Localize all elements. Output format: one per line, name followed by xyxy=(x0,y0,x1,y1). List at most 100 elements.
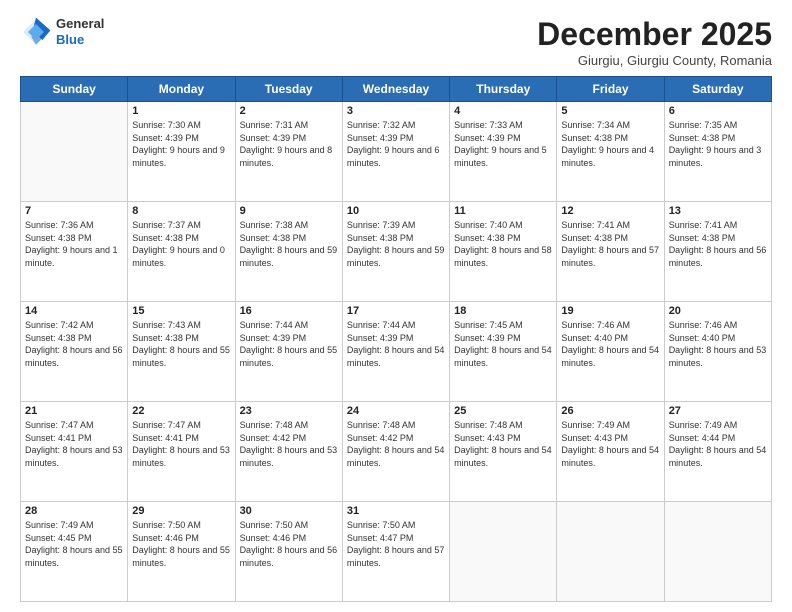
cell-info: Sunrise: 7:48 AM Sunset: 4:43 PM Dayligh… xyxy=(454,419,552,469)
day-number: 22 xyxy=(132,405,230,417)
day-number: 28 xyxy=(25,505,123,517)
logo-icon xyxy=(20,16,52,48)
table-row: 15 Sunrise: 7:43 AM Sunset: 4:38 PM Dayli… xyxy=(128,302,235,402)
day-number: 4 xyxy=(454,105,552,117)
table-row: 7Sunrise: 7:36 AM Sunset: 4:38 PM Daylig… xyxy=(21,202,128,302)
logo-text: General Blue xyxy=(56,16,104,47)
cell-info: Sunrise: 7:44 AM Sunset: 4:39 PM Dayligh… xyxy=(347,319,445,369)
page: General Blue December 2025 Giurgiu, Giur… xyxy=(0,0,792,612)
day-number: 12 xyxy=(561,205,659,217)
table-row: 10Sunrise: 7:39 AM Sunset: 4:38 PM Dayli… xyxy=(342,202,449,302)
day-number: 13 xyxy=(669,205,767,217)
cell-info: Sunrise: 7:44 AM Sunset: 4:39 PM Dayligh… xyxy=(240,319,338,369)
cell-info: Sunrise: 7:50 AM Sunset: 4:46 PM Dayligh… xyxy=(240,519,338,569)
table-row: 28 Sunrise: 7:49 AM Sunset: 4:45 PM Dayli… xyxy=(21,502,128,602)
day-number: 11 xyxy=(454,205,552,217)
header-saturday: Saturday xyxy=(664,77,771,102)
cell-info: Sunrise: 7:43 AM Sunset: 4:38 PM Dayligh… xyxy=(132,319,230,369)
cell-info: Sunrise: 7:47 AM Sunset: 4:41 PM Dayligh… xyxy=(132,419,230,469)
day-number: 23 xyxy=(240,405,338,417)
day-number: 26 xyxy=(561,405,659,417)
calendar-week-row: 14Sunrise: 7:42 AM Sunset: 4:38 PM Dayli… xyxy=(21,302,772,402)
table-row xyxy=(557,502,664,602)
day-number: 15 xyxy=(132,305,230,317)
cell-info: Sunrise: 7:49 AM Sunset: 4:44 PM Dayligh… xyxy=(669,419,767,469)
calendar-week-row: 28 Sunrise: 7:49 AM Sunset: 4:45 PM Dayli… xyxy=(21,502,772,602)
table-row xyxy=(21,102,128,202)
cell-info: Sunrise: 7:46 AM Sunset: 4:40 PM Dayligh… xyxy=(561,319,659,369)
cell-info: Sunrise: 7:48 AM Sunset: 4:42 PM Dayligh… xyxy=(347,419,445,469)
day-number: 24 xyxy=(347,405,445,417)
table-row: 31 Sunrise: 7:50 AM Sunset: 4:47 PM Dayli… xyxy=(342,502,449,602)
header-friday: Friday xyxy=(557,77,664,102)
header-tuesday: Tuesday xyxy=(235,77,342,102)
day-number: 21 xyxy=(25,405,123,417)
day-number: 17 xyxy=(347,305,445,317)
day-number: 31 xyxy=(347,505,445,517)
location: Giurgiu, Giurgiu County, Romania xyxy=(537,53,772,68)
table-row: 11 Sunrise: 7:40 AM Sunset: 4:38 PM Dayli… xyxy=(450,202,557,302)
table-row: 17 Sunrise: 7:44 AM Sunset: 4:39 PM Dayli… xyxy=(342,302,449,402)
calendar-week-row: 21 Sunrise: 7:47 AM Sunset: 4:41 PM Dayli… xyxy=(21,402,772,502)
table-row: 24 Sunrise: 7:48 AM Sunset: 4:42 PM Dayli… xyxy=(342,402,449,502)
cell-info: Sunrise: 7:47 AM Sunset: 4:41 PM Dayligh… xyxy=(25,419,123,469)
table-row xyxy=(664,502,771,602)
day-number: 2 xyxy=(240,105,338,117)
day-number: 5 xyxy=(561,105,659,117)
header: General Blue December 2025 Giurgiu, Giur… xyxy=(20,16,772,68)
logo-general: General xyxy=(56,16,104,32)
table-row: 13 Sunrise: 7:41 AM Sunset: 4:38 PM Dayli… xyxy=(664,202,771,302)
table-row: 18Sunrise: 7:45 AM Sunset: 4:39 PM Dayli… xyxy=(450,302,557,402)
day-number: 20 xyxy=(669,305,767,317)
cell-info: Sunrise: 7:50 AM Sunset: 4:47 PM Dayligh… xyxy=(347,519,445,569)
cell-info: Sunrise: 7:41 AM Sunset: 4:38 PM Dayligh… xyxy=(561,219,659,269)
header-thursday: Thursday xyxy=(450,77,557,102)
cell-info: Sunrise: 7:49 AM Sunset: 4:45 PM Dayligh… xyxy=(25,519,123,569)
day-number: 29 xyxy=(132,505,230,517)
day-number: 10 xyxy=(347,205,445,217)
day-number: 6 xyxy=(669,105,767,117)
cell-info: Sunrise: 7:37 AM Sunset: 4:38 PM Dayligh… xyxy=(132,219,230,269)
title-block: December 2025 Giurgiu, Giurgiu County, R… xyxy=(537,16,772,68)
cell-info: Sunrise: 7:31 AM Sunset: 4:39 PM Dayligh… xyxy=(240,119,338,169)
month-title: December 2025 xyxy=(537,16,772,53)
cell-info: Sunrise: 7:48 AM Sunset: 4:42 PM Dayligh… xyxy=(240,419,338,469)
day-number: 3 xyxy=(347,105,445,117)
cell-info: Sunrise: 7:33 AM Sunset: 4:39 PM Dayligh… xyxy=(454,119,552,169)
table-row xyxy=(450,502,557,602)
day-number: 1 xyxy=(132,105,230,117)
table-row: 25Sunrise: 7:48 AM Sunset: 4:43 PM Dayli… xyxy=(450,402,557,502)
table-row: 12 Sunrise: 7:41 AM Sunset: 4:38 PM Dayli… xyxy=(557,202,664,302)
header-wednesday: Wednesday xyxy=(342,77,449,102)
calendar-table: Sunday Monday Tuesday Wednesday Thursday… xyxy=(20,76,772,602)
header-sunday: Sunday xyxy=(21,77,128,102)
weekday-header-row: Sunday Monday Tuesday Wednesday Thursday… xyxy=(21,77,772,102)
cell-info: Sunrise: 7:40 AM Sunset: 4:38 PM Dayligh… xyxy=(454,219,552,269)
cell-info: Sunrise: 7:35 AM Sunset: 4:38 PM Dayligh… xyxy=(669,119,767,169)
day-number: 14 xyxy=(25,305,123,317)
table-row: 9Sunrise: 7:38 AM Sunset: 4:38 PM Daylig… xyxy=(235,202,342,302)
table-row: 29Sunrise: 7:50 AM Sunset: 4:46 PM Dayli… xyxy=(128,502,235,602)
table-row: 23 Sunrise: 7:48 AM Sunset: 4:42 PM Dayli… xyxy=(235,402,342,502)
table-row: 26Sunrise: 7:49 AM Sunset: 4:43 PM Dayli… xyxy=(557,402,664,502)
table-row: 1 Sunrise: 7:30 AM Sunset: 4:39 PM Daylig… xyxy=(128,102,235,202)
calendar-week-row: 7Sunrise: 7:36 AM Sunset: 4:38 PM Daylig… xyxy=(21,202,772,302)
table-row: 4 Sunrise: 7:33 AM Sunset: 4:39 PM Daylig… xyxy=(450,102,557,202)
day-number: 19 xyxy=(561,305,659,317)
logo: General Blue xyxy=(20,16,104,48)
day-number: 18 xyxy=(454,305,552,317)
cell-info: Sunrise: 7:30 AM Sunset: 4:39 PM Dayligh… xyxy=(132,119,230,169)
table-row: 21 Sunrise: 7:47 AM Sunset: 4:41 PM Dayli… xyxy=(21,402,128,502)
table-row: 2 Sunrise: 7:31 AM Sunset: 4:39 PM Daylig… xyxy=(235,102,342,202)
cell-info: Sunrise: 7:41 AM Sunset: 4:38 PM Dayligh… xyxy=(669,219,767,269)
day-number: 30 xyxy=(240,505,338,517)
table-row: 5Sunrise: 7:34 AM Sunset: 4:38 PM Daylig… xyxy=(557,102,664,202)
day-number: 8 xyxy=(132,205,230,217)
logo-blue: Blue xyxy=(56,32,104,48)
table-row: 19 Sunrise: 7:46 AM Sunset: 4:40 PM Dayli… xyxy=(557,302,664,402)
day-number: 16 xyxy=(240,305,338,317)
day-number: 9 xyxy=(240,205,338,217)
cell-info: Sunrise: 7:46 AM Sunset: 4:40 PM Dayligh… xyxy=(669,319,767,369)
table-row: 14Sunrise: 7:42 AM Sunset: 4:38 PM Dayli… xyxy=(21,302,128,402)
cell-info: Sunrise: 7:36 AM Sunset: 4:38 PM Dayligh… xyxy=(25,219,123,269)
